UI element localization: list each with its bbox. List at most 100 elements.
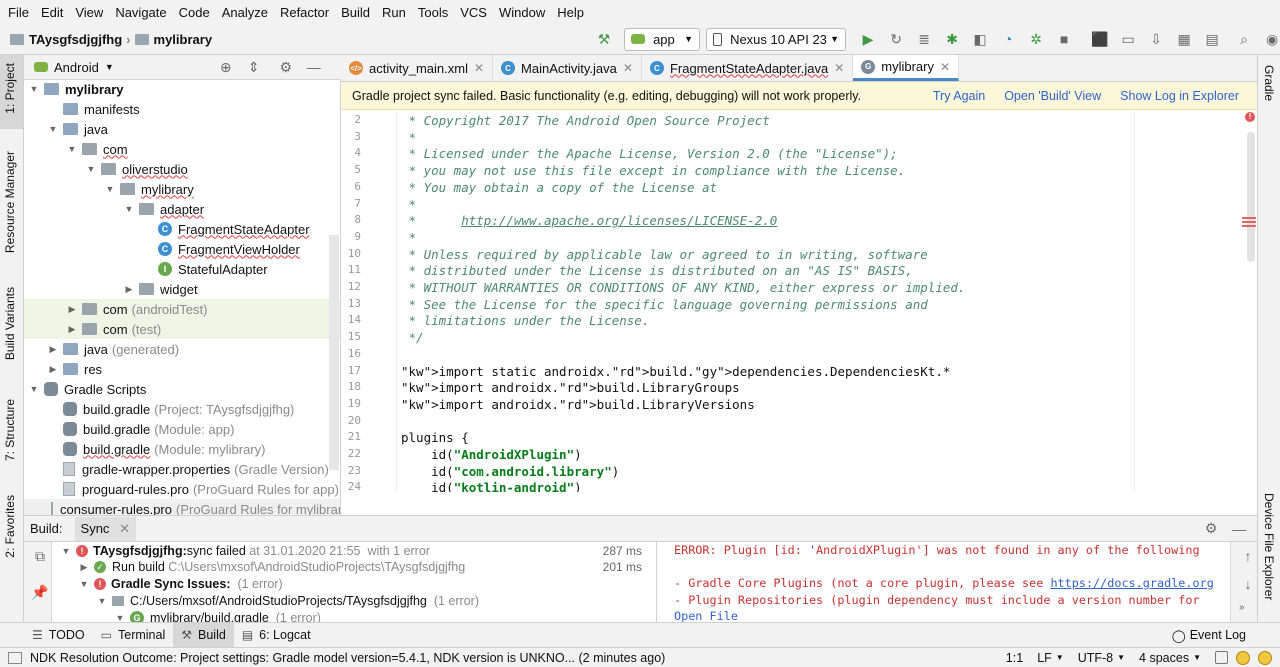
expanded-arrow-icon[interactable]: ▼ [85, 164, 97, 174]
device-select[interactable]: Nexus 10 API 23 ▼ [706, 27, 847, 51]
project-view-select[interactable]: Android [54, 60, 99, 75]
arrow-down-icon[interactable]: ↓ [1240, 576, 1256, 592]
debug-icon[interactable]: ✱ [944, 31, 960, 47]
build-tree-row[interactable]: ▼! Gradle Sync Issues: (1 error) [52, 576, 656, 593]
tree-item[interactable]: manifests [24, 99, 340, 119]
sdk-manager-icon[interactable]: ⇩ [1148, 31, 1164, 47]
expanded-arrow-icon[interactable]: ▼ [28, 384, 40, 394]
tree-item[interactable]: ▶ java (generated) [24, 339, 340, 359]
tree-item[interactable]: build.gradle (Module: mylibrary) [24, 439, 340, 459]
device-file-explorer-tab[interactable]: Device File Explorer [1262, 493, 1276, 600]
tree-item[interactable]: ▼ mylibrary [24, 80, 340, 99]
user-icon[interactable]: ◉ [1264, 31, 1280, 47]
close-icon[interactable]: ✕ [119, 521, 130, 536]
layout-inspector-icon[interactable]: ▦ [1176, 31, 1192, 47]
menu-item[interactable]: Help [551, 5, 590, 20]
lock-icon[interactable] [1215, 651, 1228, 664]
editor-tab[interactable]: C MainActivity.java ✕ [493, 55, 642, 81]
project-structure-icon[interactable]: ▤ [1204, 31, 1220, 47]
tree-item[interactable]: build.gradle (Module: app) [24, 419, 340, 439]
menu-item[interactable]: Analyze [216, 5, 274, 20]
apply-changes-icon[interactable]: ≣ [916, 31, 932, 47]
expanded-arrow-icon[interactable]: ▼ [66, 144, 78, 154]
tree-item[interactable]: ▶ com (androidTest) [24, 299, 340, 319]
attach-debugger-icon[interactable]: ✲ [1028, 31, 1044, 47]
event-log-tab[interactable]: ◯ Event Log [1164, 623, 1254, 648]
expanded-arrow-icon[interactable]: ▼ [123, 204, 135, 214]
toggle-view-icon[interactable]: ⧉ [32, 548, 48, 564]
bottom-tab[interactable]: ▭ Terminal [93, 623, 174, 648]
menu-item[interactable]: File [2, 5, 35, 20]
smile-icon[interactable] [1236, 650, 1250, 665]
error-indicator-icon[interactable]: ! [1245, 112, 1255, 122]
collapsed-arrow-icon[interactable]: ▶ [66, 324, 78, 335]
tree-item[interactable]: ▼ oliverstudio [24, 159, 340, 179]
breadcrumb-module[interactable]: mylibrary [154, 32, 213, 47]
build-variants-tab[interactable]: Build Variants [3, 287, 17, 360]
avd-manager-icon[interactable]: ▭ [1120, 31, 1136, 47]
tree-item[interactable]: ▶ widget [24, 279, 340, 299]
expand-arrow-icon[interactable]: ▼ [60, 546, 72, 556]
pin-icon[interactable]: 📌 [31, 584, 48, 600]
menu-item[interactable]: Tools [412, 5, 454, 20]
menu-item[interactable]: Window [493, 5, 551, 20]
close-tab-icon[interactable]: ✕ [623, 61, 633, 75]
hammer-icon[interactable]: ⚒ [596, 31, 612, 47]
more-icon[interactable]: » [1239, 602, 1245, 613]
open-file-link[interactable]: Open File [674, 609, 738, 622]
editor-tab[interactable]: Gmylibrary ✕ [853, 55, 960, 81]
menu-item[interactable]: Run [376, 5, 412, 20]
build-tree-row[interactable]: ▼! TAysgfsdjgjfhg: sync failed at 31.01.2… [52, 542, 656, 559]
tree-item[interactable]: ▼ mylibrary [24, 179, 340, 199]
locate-icon[interactable]: ⊕ [218, 59, 234, 75]
docs-link[interactable]: https://docs.gradle.org [1050, 576, 1213, 590]
structure-tab[interactable]: 7: Structure [3, 399, 17, 461]
close-tab-icon[interactable]: ✕ [834, 61, 844, 75]
chevron-down-icon[interactable]: ▼ [105, 62, 114, 72]
expanded-arrow-icon[interactable]: ▼ [28, 84, 40, 94]
license-url[interactable]: http://www.apache.org/licenses/LICENSE-2… [461, 213, 777, 228]
tree-item[interactable]: consumer-rules.pro (ProGuard Rules for my… [24, 499, 340, 515]
tree-item[interactable]: C FragmentStateAdapter [24, 219, 340, 239]
frown-icon[interactable] [1258, 650, 1272, 665]
build-tree-row[interactable]: ▼ C:/Users/mxsof/AndroidStudioProjects/TA… [52, 592, 656, 609]
code-editor[interactable]: * Copyright 2017 The Android Open Source… [396, 110, 1134, 492]
tree-item[interactable]: gradle-wrapper.properties (Gradle Version… [24, 459, 340, 479]
collapsed-arrow-icon[interactable]: ▶ [47, 364, 59, 375]
expanded-arrow-icon[interactable]: ▼ [104, 184, 116, 194]
tree-item[interactable]: ▼ Gradle Scripts [24, 379, 340, 399]
gradle-tool-tab[interactable]: Gradle [1262, 65, 1276, 101]
tree-item[interactable]: C FragmentViewHolder [24, 239, 340, 259]
search-icon[interactable]: ⌕ [1236, 31, 1252, 47]
run-icon[interactable]: ▶ [860, 31, 876, 47]
resource-manager-tab[interactable]: Resource Manager [3, 151, 17, 253]
expand-arrow-icon[interactable]: ▼ [78, 579, 90, 589]
sync-tab[interactable]: Sync ✕ [74, 516, 136, 541]
run-config-select[interactable]: app ▼ [624, 27, 701, 51]
favorites-tab[interactable]: 2: Favorites [3, 495, 17, 558]
bottom-tab[interactable]: ☰ TODO [24, 623, 93, 648]
gear-icon[interactable]: ⚙ [278, 59, 294, 75]
hide-icon[interactable]: — [1231, 521, 1247, 537]
stop-icon[interactable]: ■ [1056, 31, 1072, 47]
collapse-all-icon[interactable]: ⇕ [246, 59, 262, 75]
editor-tab[interactable]: </> activity_main.xml ✕ [341, 55, 494, 81]
collapsed-arrow-icon[interactable]: ▶ [66, 304, 78, 315]
menu-item[interactable]: Code [173, 5, 216, 20]
tree-item[interactable]: ▼ com [24, 139, 340, 159]
menu-item[interactable]: Edit [35, 5, 69, 20]
error-stripe-marks[interactable] [1242, 217, 1256, 219]
bottom-tab[interactable]: ▤ 6: Logcat [234, 623, 319, 648]
build-tree-row[interactable]: ▼ Gmylibrary/build.gradle (1 error) [52, 609, 656, 622]
tree-item[interactable]: ▶ res [24, 359, 340, 379]
close-tab-icon[interactable]: ✕ [940, 60, 950, 74]
menu-item[interactable]: VCS [454, 5, 493, 20]
hide-icon[interactable]: — [306, 59, 322, 75]
collapsed-arrow-icon[interactable]: ▶ [47, 344, 59, 355]
collapsed-arrow-icon[interactable]: ▶ [123, 284, 135, 295]
caret-position[interactable]: 1:1 [1006, 651, 1023, 665]
open-build-view-link[interactable]: Open 'Build' View [1004, 89, 1101, 103]
editor-scrollbar[interactable] [1247, 132, 1255, 262]
menu-item[interactable]: Navigate [109, 5, 172, 20]
status-message[interactable]: NDK Resolution Outcome: Project settings… [30, 651, 665, 665]
